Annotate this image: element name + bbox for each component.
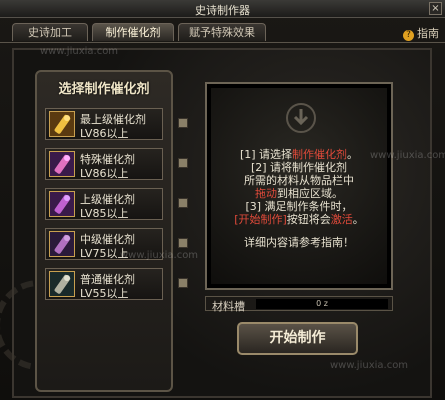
connector-icon [178,198,188,208]
material-slot[interactable]: 材料槽 0 z [205,296,393,313]
watermark: www.jiuxia.com [40,46,119,57]
connector-icon [178,278,188,288]
catalyst-upper-icon [49,191,75,217]
catalyst-level: LV85以上 [80,207,129,220]
info-line6-mid: 按钮将会 [286,213,331,226]
catalyst-mid-icon [49,231,75,257]
download-arrow-icon [286,103,316,133]
catalyst-special-icon [49,151,75,177]
title-bar: 史诗制作器 × [0,0,445,18]
info-line1-prefix: [1] 请选择 [239,148,293,161]
tab-epic-processing[interactable]: 史诗加工 [12,23,88,41]
tab-make-catalyst[interactable]: 制作催化剂 [92,23,174,41]
catalyst-top-icon [49,111,75,137]
info-line3: 所需的材料从物品栏中 [244,174,354,187]
watermark: www.jiuxia.com [370,150,445,161]
catalyst-item-upper[interactable]: 上级催化剂 LV85以上 [45,188,163,220]
catalyst-item-top[interactable]: 最上级催化剂 LV86以上 [45,108,163,140]
catalyst-level: LV55以上 [80,287,129,300]
instruction-panel: [1] 请选择制作催化剂。 [2] 请将制作催化剂 所需的材料从物品栏中 拖动到… [205,82,393,290]
tab-bar: 史诗加工 制作催化剂 赋予特殊效果 [0,18,445,43]
info-line4-suffix: 到相应区域。 [277,187,343,200]
info-line1-suffix: 。 [347,148,359,161]
info-line4-highlight: 拖动 [255,187,277,200]
info-line6-highlight: [开始制作] [234,213,287,226]
start-crafting-button[interactable]: 开始制作 [237,322,358,355]
watermark: www.jiuxia.com [120,250,199,261]
info-line6-suffix: 。 [352,213,364,226]
instruction-panel-inner: [1] 请选择制作催化剂。 [2] 请将制作催化剂 所需的材料从物品栏中 拖动到… [211,88,387,284]
info-line5: [3] 满足制作条件时， [245,200,353,213]
info-line2: [2] 请将制作催化剂 [250,161,348,174]
window-title: 史诗制作器 [195,4,250,17]
help-icon: ? [403,30,414,41]
close-button[interactable]: × [429,2,442,15]
catalyst-panel-title: 选择制作催化剂 [58,82,150,97]
guide-button[interactable]: ? 指南 [403,25,439,41]
catalyst-normal-icon [49,271,75,297]
connector-icon [178,118,188,128]
tab-special-effect[interactable]: 赋予特殊效果 [178,23,266,41]
catalyst-level: LV86以上 [80,127,129,140]
material-slot-label: 材料槽 [212,300,245,313]
catalyst-item-special[interactable]: 特殊催化剂 LV86以上 [45,148,163,180]
connector-icon [178,238,188,248]
connector-icon [178,158,188,168]
epic-maker-window: 史诗制作器 × 史诗加工 制作催化剂 赋予特殊效果 ? 指南 选择制作催化剂 最上… [0,0,445,400]
catalyst-select-panel: 选择制作催化剂 最上级催化剂 LV86以上 特殊催化剂 LV86以上 上级催化剂… [35,70,173,392]
catalyst-level: LV86以上 [80,167,129,180]
guide-label: 指南 [417,27,439,40]
info-line7: 详细内容请参考指南！ [244,236,354,249]
catalyst-item-normal[interactable]: 普通催化剂 LV55以上 [45,268,163,300]
info-line6-highlight2: 激活 [330,213,353,226]
instruction-text: [1] 请选择制作催化剂。 [2] 请将制作催化剂 所需的材料从物品栏中 拖动到… [211,148,387,249]
info-line1-highlight: 制作催化剂 [292,148,348,161]
material-slot-value: 0 z [256,299,388,309]
watermark: www.jiuxia.com [330,360,409,371]
